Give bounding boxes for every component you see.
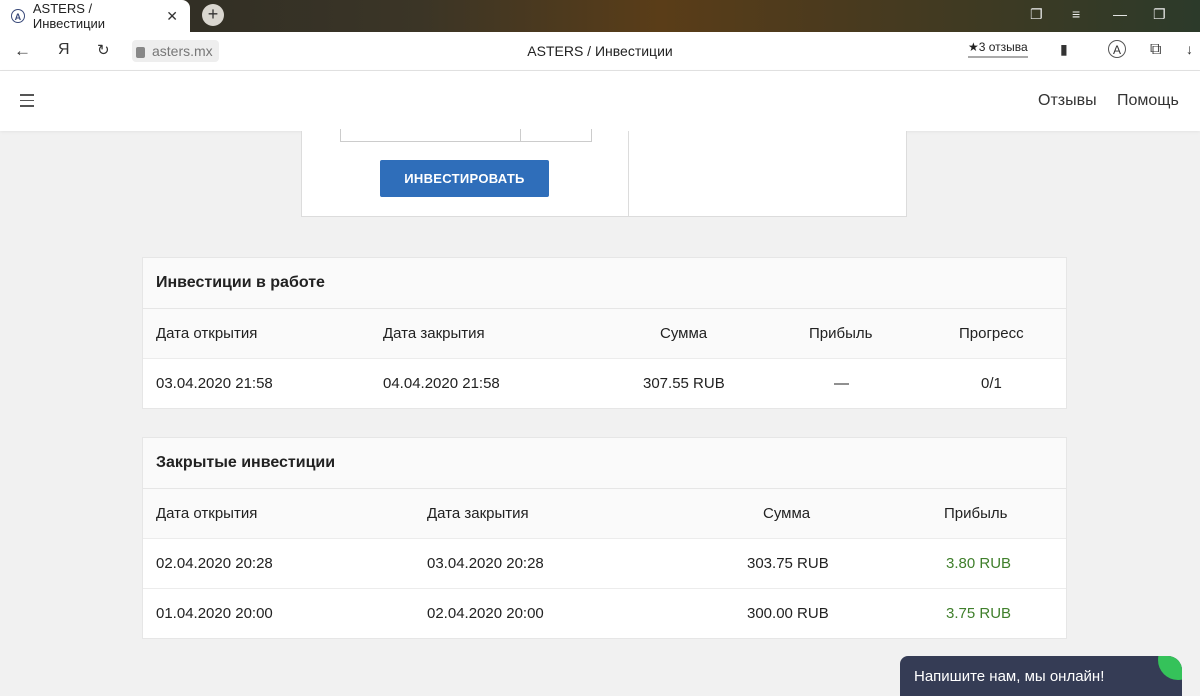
browser-tab[interactable]: A ASTERS / Инвестиции ✕ <box>0 0 190 32</box>
translate-icon[interactable]: ⧉ <box>1150 41 1161 59</box>
card-divider <box>628 131 629 216</box>
tab-title: ASTERS / Инвестиции <box>32 1 106 31</box>
column-header: Прибыль <box>809 325 873 342</box>
close-date-cell: 02.04.2020 20:00 <box>427 605 544 622</box>
bookmark-icon[interactable]: ▮ <box>1060 41 1068 58</box>
open-date-cell: 03.04.2020 21:58 <box>156 375 273 392</box>
profit-cell: 3.75 RUB <box>946 605 1012 622</box>
closed-investments-panel: Закрытые инвестиции Дата открытия Дата з… <box>142 437 1067 639</box>
open-date-cell: 01.04.2020 20:00 <box>156 605 273 622</box>
invest-button[interactable]: ИНВЕСТИРОВАТЬ <box>380 160 549 197</box>
address-bar: ← Я ↻ asters.mx ASTERS / Инвестиции ★3 о… <box>0 32 1200 71</box>
hamburger-menu-icon[interactable] <box>20 94 34 111</box>
column-header: Дата закрытия <box>427 505 529 522</box>
chat-widget[interactable]: Напишите нам, мы онлайн! <box>900 656 1182 696</box>
table-header-row: Дата открытия Дата закрытия Сумма Прибыл… <box>143 489 1066 539</box>
table-header-row: Дата открытия Дата закрытия Сумма Прибыл… <box>143 309 1066 359</box>
online-indicator-icon <box>1158 656 1182 680</box>
menu-icon[interactable]: ≡ <box>1072 6 1080 22</box>
reviews-link[interactable]: ★3 отзыва <box>968 40 1028 58</box>
tab-close-icon[interactable]: ✕ <box>166 8 178 25</box>
active-investments-panel: Инвестиции в работе Дата открытия Дата з… <box>142 257 1067 409</box>
profit-cell: — <box>834 375 849 392</box>
column-header: Сумма <box>763 505 811 522</box>
amount-input[interactable] <box>340 129 522 142</box>
column-header: Прибыль <box>944 505 1008 522</box>
amount-cell: 303.75 RUB <box>747 555 829 572</box>
invest-form-card: ИНВЕСТИРОВАТЬ <box>301 129 907 217</box>
column-header: Прогресс <box>959 325 1024 342</box>
column-header: Дата закрытия <box>383 325 485 342</box>
nav-help-link[interactable]: Помощь <box>1117 92 1179 110</box>
table-row: 02.04.2020 20:28 03.04.2020 20:28 303.75… <box>143 539 1066 589</box>
active-investments-title: Инвестиции в работе <box>143 258 1066 309</box>
browser-tab-bar: A ASTERS / Инвестиции ✕ + ❐ ≡ — ❐ <box>0 0 1200 32</box>
close-date-cell: 03.04.2020 20:28 <box>427 555 544 572</box>
site-header: Отзывы Помощь <box>0 71 1200 131</box>
progress-cell: 0/1 <box>981 375 1002 392</box>
currency-select[interactable] <box>520 129 592 142</box>
minimize-icon[interactable]: — <box>1113 6 1127 22</box>
site-favicon-icon: A <box>11 9 25 23</box>
amount-cell: 300.00 RUB <box>747 605 829 622</box>
nav-reviews-link[interactable]: Отзывы <box>1038 92 1097 110</box>
profit-cell: 3.80 RUB <box>946 555 1012 572</box>
alice-icon[interactable]: A <box>1108 40 1126 58</box>
column-header: Дата открытия <box>156 325 258 342</box>
download-icon[interactable]: ↓ <box>1186 41 1193 57</box>
restore-icon[interactable]: ❐ <box>1153 6 1166 23</box>
column-header: Дата открытия <box>156 505 258 522</box>
open-date-cell: 02.04.2020 20:28 <box>156 555 273 572</box>
amount-cell: 307.55 RUB <box>643 375 725 392</box>
column-header: Сумма <box>660 325 708 342</box>
close-date-cell: 04.04.2020 21:58 <box>383 375 500 392</box>
collections-icon[interactable]: ❐ <box>1030 6 1043 23</box>
new-tab-button[interactable]: + <box>202 4 224 26</box>
table-row: 01.04.2020 20:00 02.04.2020 20:00 300.00… <box>143 589 1066 638</box>
table-row: 03.04.2020 21:58 04.04.2020 21:58 307.55… <box>143 359 1066 408</box>
chat-label: Напишите нам, мы онлайн! <box>914 668 1105 685</box>
closed-investments-title: Закрытые инвестиции <box>143 438 1066 489</box>
